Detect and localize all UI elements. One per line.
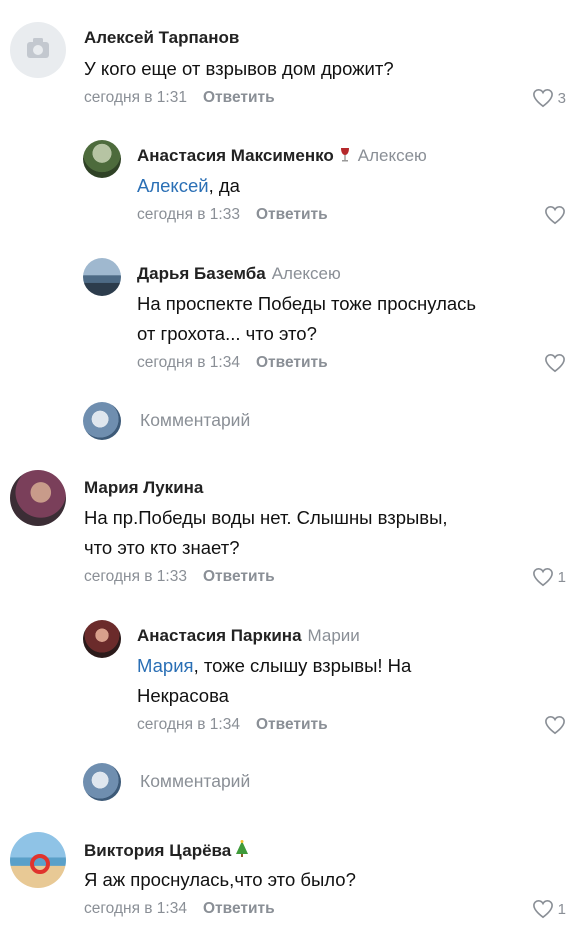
reply-text: от грохота... что это? — [137, 323, 317, 344]
comment-time: сегодня в 1:31 — [84, 89, 187, 106]
reply-button[interactable]: Ответить — [256, 354, 328, 371]
wine-glass-icon — [338, 147, 352, 168]
avatar[interactable] — [10, 832, 66, 888]
avatar — [83, 763, 121, 801]
heart-icon — [545, 205, 565, 225]
heart-icon — [532, 899, 553, 919]
mention-link[interactable]: Мария — [137, 655, 194, 676]
mention-link[interactable]: Алексей — [137, 175, 209, 196]
comment-text: что это кто знает? — [84, 537, 240, 558]
reply-button[interactable]: Ответить — [256, 716, 328, 733]
reply-button[interactable]: Ответить — [256, 206, 328, 223]
heart-icon — [532, 88, 553, 108]
heart-icon — [545, 353, 565, 373]
reply-author[interactable]: Дарья Баземба Алексею — [137, 264, 341, 284]
like-count: 1 — [557, 900, 566, 918]
like-button[interactable] — [544, 715, 566, 735]
camera-icon — [27, 38, 49, 58]
comment-text: У кого еще от взрывов дом дрожит? — [84, 58, 394, 79]
like-button[interactable] — [544, 205, 566, 225]
like-button[interactable]: 1 — [532, 899, 566, 919]
avatar — [83, 402, 121, 440]
avatar[interactable] — [83, 140, 121, 178]
like-count: 3 — [557, 89, 566, 107]
reply-button[interactable]: Ответить — [203, 900, 275, 917]
like-button[interactable]: 1 — [532, 567, 566, 587]
comment-time: сегодня в 1:34 — [84, 900, 187, 917]
reply-to[interactable]: Марии — [308, 626, 360, 645]
lifebuoy-icon — [30, 854, 50, 874]
reply-author[interactable]: Анастасия Максименко Алексею — [137, 146, 427, 168]
comments-thread: Алексей Тарпанов У кого еще от взрывов д… — [0, 0, 574, 933]
like-button[interactable] — [544, 353, 566, 373]
reply-to[interactable]: Алексею — [358, 146, 427, 165]
comment-author[interactable]: Виктория Царёва — [84, 840, 249, 863]
avatar[interactable] — [83, 258, 121, 296]
reply-text: Некрасова — [137, 685, 229, 706]
comment-author[interactable]: Алексей Тарпанов — [84, 28, 239, 48]
reply-meta: сегодня в 1:33 Ответить — [137, 206, 328, 224]
reply-text: Алексей, да — [137, 175, 240, 196]
comment-time: сегодня в 1:34 — [137, 354, 240, 371]
comment-compose[interactable]: Комментарий — [83, 402, 503, 442]
reply-button[interactable]: Ответить — [203, 568, 275, 585]
comment-meta: сегодня в 1:33 Ответить — [84, 568, 275, 586]
comment-time: сегодня в 1:34 — [137, 716, 240, 733]
comment-text: Я аж проснулась,что это было? — [84, 869, 356, 890]
like-count: 1 — [557, 568, 566, 586]
comment-meta: сегодня в 1:31 Ответить — [84, 89, 275, 107]
comment-time: сегодня в 1:33 — [137, 206, 240, 223]
avatar[interactable] — [10, 22, 66, 78]
comment-input-placeholder[interactable]: Комментарий — [140, 410, 250, 431]
reply-author[interactable]: Анастасия Паркина Марии — [137, 626, 360, 646]
comment-compose[interactable]: Комментарий — [83, 763, 503, 803]
avatar[interactable] — [10, 470, 66, 526]
heart-icon — [532, 567, 553, 587]
comment-time: сегодня в 1:33 — [84, 568, 187, 585]
reply-text: Мария, тоже слышу взрывы! На — [137, 655, 412, 676]
reply-to[interactable]: Алексею — [272, 264, 341, 283]
reply-meta: сегодня в 1:34 Ответить — [137, 716, 328, 734]
reply-text: На проспекте Победы тоже проснулась — [137, 293, 477, 314]
avatar[interactable] — [83, 620, 121, 658]
comment-text: На пр.Победы воды нет. Слышны взрывы, — [84, 507, 448, 528]
comment-author[interactable]: Мария Лукина — [84, 478, 203, 498]
comment-input-placeholder[interactable]: Комментарий — [140, 771, 250, 792]
christmas-tree-icon — [235, 840, 249, 863]
comment-meta: сегодня в 1:34 Ответить — [84, 900, 275, 918]
heart-icon — [545, 715, 565, 735]
like-button[interactable]: 3 — [532, 88, 566, 108]
reply-meta: сегодня в 1:34 Ответить — [137, 354, 328, 372]
reply-button[interactable]: Ответить — [203, 89, 275, 106]
